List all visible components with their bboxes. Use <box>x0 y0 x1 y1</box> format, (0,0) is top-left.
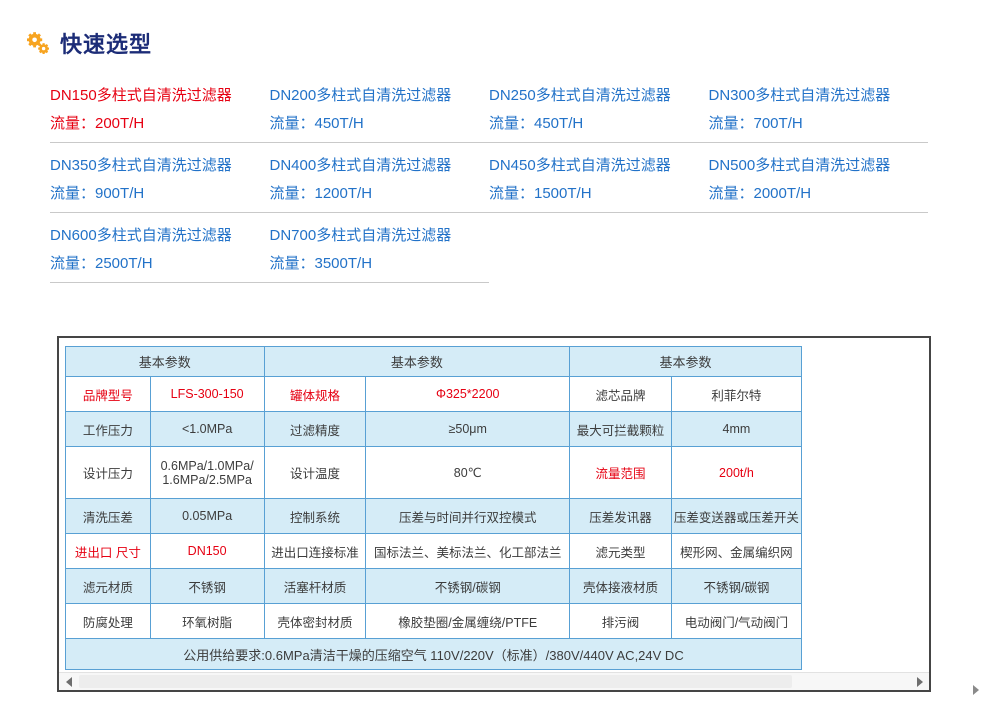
product-link[interactable]: DN450多柱式自清洗过滤器 <box>489 158 699 173</box>
spec-label-cell: 壳体密封材质 <box>264 604 366 639</box>
product-link[interactable]: DN500多柱式自清洗过滤器 <box>709 158 919 173</box>
quick-select-item[interactable]: DN350多柱式自清洗过滤器流量：900T/H <box>50 156 270 213</box>
table-row: 设计压力0.6MPa/​1.0MPa/​1.6MPa/​2.5MPa设计温度80… <box>66 447 802 499</box>
spec-label-cell: 进出口 尺寸 <box>66 534 151 569</box>
table-row: 进出口 尺寸DN150进出口连接标准国标法兰、美标法兰、化工部法兰滤元类型楔形网… <box>66 534 802 569</box>
product-link[interactable]: DN400多柱式自清洗过滤器 <box>270 158 480 173</box>
quick-select-item[interactable]: DN700多柱式自清洗过滤器流量：3500T/H <box>270 226 490 283</box>
spec-value-cell: 0.6MPa/​1.0MPa/​1.6MPa/​2.5MPa <box>150 447 264 499</box>
spec-value-cell: Φ325*2200 <box>366 377 570 412</box>
spec-label-cell: 工作压力 <box>66 412 151 447</box>
spec-label-cell: 控制系统 <box>264 499 366 534</box>
spec-value-cell: 橡胶垫圈/​金属缠绕/​PTFE <box>366 604 570 639</box>
spec-value-cell: 压差与时间并行双控模式 <box>366 499 570 534</box>
flow-rate-label: 流量：700T/H <box>709 116 919 131</box>
section-header-cell: 基本参数 <box>66 347 265 377</box>
spec-value-cell: ≥50μm <box>366 412 570 447</box>
spec-label-cell: 最大可拦截颗粒 <box>570 412 672 447</box>
table-row: 品牌型号LFS-300-150罐体规格Φ325*2200滤芯品牌利菲尔特 <box>66 377 802 412</box>
spec-label-cell: 防腐处理 <box>66 604 151 639</box>
flow-rate-label: 流量：450T/H <box>270 116 480 131</box>
spec-label-cell: 滤元类型 <box>570 534 672 569</box>
spec-value-cell: 200t/​h <box>671 447 801 499</box>
quick-select-item[interactable]: DN200多柱式自清洗过滤器流量：450T/H <box>270 86 490 143</box>
spec-label-cell: 排污阀 <box>570 604 672 639</box>
table-section-header-row: 基本参数 基本参数 基本参数 <box>66 347 802 377</box>
scroll-right-arrow[interactable] <box>911 673 927 689</box>
spec-value-cell: 80℃ <box>366 447 570 499</box>
flow-rate-label: 流量：200T/H <box>50 116 260 131</box>
table-row: 清洗压差0.05MPa控制系统压差与时间并行双控模式压差发讯器压差变送器或压差开… <box>66 499 802 534</box>
table-row: 防腐处理环氧树脂壳体密封材质橡胶垫圈/​金属缠绕/​PTFE排污阀电动阀门/​气… <box>66 604 802 639</box>
spec-value-cell: LFS-300-150 <box>150 377 264 412</box>
spec-label-cell: 活塞杆材质 <box>264 569 366 604</box>
spec-table-frame: 基本参数 基本参数 基本参数 品牌型号LFS-300-150罐体规格Φ325*2… <box>57 336 931 692</box>
horizontal-scrollbar[interactable] <box>59 672 929 690</box>
spec-label-cell: 过滤精度 <box>264 412 366 447</box>
spec-label-cell: 滤元材质 <box>66 569 151 604</box>
product-link[interactable]: DN300多柱式自清洗过滤器 <box>709 88 919 103</box>
spec-table: 基本参数 基本参数 基本参数 品牌型号LFS-300-150罐体规格Φ325*2… <box>65 346 802 670</box>
quick-select-item[interactable]: DN300多柱式自清洗过滤器流量：700T/H <box>709 86 929 143</box>
spec-label-cell: 滤芯品牌 <box>570 377 672 412</box>
spec-value-cell: 国标法兰、美标法兰、化工部法兰 <box>366 534 570 569</box>
flow-rate-label: 流量：3500T/H <box>270 256 480 271</box>
spec-label-cell: 设计压力 <box>66 447 151 499</box>
table-row: 滤元材质不锈钢活塞杆材质不锈钢/​碳钢壳体接液材质不锈钢/​碳钢 <box>66 569 802 604</box>
spec-label-cell: 品牌型号 <box>66 377 151 412</box>
page-title: 快速选型 <box>60 27 152 59</box>
spec-value-cell: 楔形网、金属编织网 <box>671 534 801 569</box>
section-header-cell: 基本参数 <box>264 347 569 377</box>
flow-rate-label: 流量：450T/H <box>489 116 699 131</box>
quick-select-grid: DN150多柱式自清洗过滤器流量：200T/HDN200多柱式自清洗过滤器流量：… <box>50 86 928 296</box>
quick-select-item[interactable]: DN150多柱式自清洗过滤器流量：200T/H <box>50 86 270 143</box>
quick-select-item[interactable]: DN400多柱式自清洗过滤器流量：1200T/H <box>270 156 490 213</box>
spec-value-cell: DN150 <box>150 534 264 569</box>
section-header-cell: 基本参数 <box>570 347 802 377</box>
product-link[interactable]: DN600多柱式自清洗过滤器 <box>50 228 260 243</box>
spec-value-cell: 4mm <box>671 412 801 447</box>
quick-select-item[interactable]: DN250多柱式自清洗过滤器流量：450T/H <box>489 86 709 143</box>
spec-label-cell: 清洗压差 <box>66 499 151 534</box>
spec-value-cell: 利菲尔特 <box>671 377 801 412</box>
supply-requirements-cell: 公用供给要求:0.6MPa清洁干燥的压缩空气 110V/220V（标准）/380… <box>66 639 802 670</box>
scroll-left-arrow[interactable] <box>61 673 77 689</box>
spec-value-cell: 电动阀门/​气动阀门 <box>671 604 801 639</box>
spec-value-cell: 不锈钢 <box>150 569 264 604</box>
product-link[interactable]: DN200多柱式自清洗过滤器 <box>270 88 480 103</box>
flow-rate-label: 流量：2000T/H <box>709 186 919 201</box>
quick-select-item[interactable]: DN600多柱式自清洗过滤器流量：2500T/H <box>50 226 270 283</box>
spec-value-cell: 压差变送器或压差开关 <box>671 499 801 534</box>
page-scroll-right-arrow[interactable] <box>973 685 979 695</box>
spec-label-cell: 进出口连接标准 <box>264 534 366 569</box>
spec-label-cell: 压差发讯器 <box>570 499 672 534</box>
spec-value-cell: <1.0MPa <box>150 412 264 447</box>
product-link[interactable]: DN350多柱式自清洗过滤器 <box>50 158 260 173</box>
spec-label-cell: 壳体接液材质 <box>570 569 672 604</box>
spec-value-cell: 不锈钢/​碳钢 <box>671 569 801 604</box>
flow-rate-label: 流量：1500T/H <box>489 186 699 201</box>
spec-label-cell: 流量范围 <box>570 447 672 499</box>
table-row: 工作压力<1.0MPa过滤精度≥50μm最大可拦截颗粒4mm <box>66 412 802 447</box>
scrollbar-thumb[interactable] <box>79 675 792 688</box>
spec-label-cell: 设计温度 <box>264 447 366 499</box>
spec-value-cell: 环氧树脂 <box>150 604 264 639</box>
spec-value-cell: 0.05MPa <box>150 499 264 534</box>
spec-label-cell: 罐体规格 <box>264 377 366 412</box>
product-link[interactable]: DN150多柱式自清洗过滤器 <box>50 88 260 103</box>
table-footer-row: 公用供给要求:0.6MPa清洁干燥的压缩空气 110V/220V（标准）/380… <box>66 639 802 670</box>
page-header: 快速选型 <box>24 27 152 59</box>
flow-rate-label: 流量：2500T/H <box>50 256 260 271</box>
product-link[interactable]: DN250多柱式自清洗过滤器 <box>489 88 699 103</box>
spec-value-cell: 不锈钢/​碳钢 <box>366 569 570 604</box>
quick-select-item[interactable]: DN450多柱式自清洗过滤器流量：1500T/H <box>489 156 709 213</box>
flow-rate-label: 流量：1200T/H <box>270 186 480 201</box>
flow-rate-label: 流量：900T/H <box>50 186 260 201</box>
gears-icon <box>24 30 51 57</box>
quick-select-item[interactable]: DN500多柱式自清洗过滤器流量：2000T/H <box>709 156 929 213</box>
product-link[interactable]: DN700多柱式自清洗过滤器 <box>270 228 480 243</box>
